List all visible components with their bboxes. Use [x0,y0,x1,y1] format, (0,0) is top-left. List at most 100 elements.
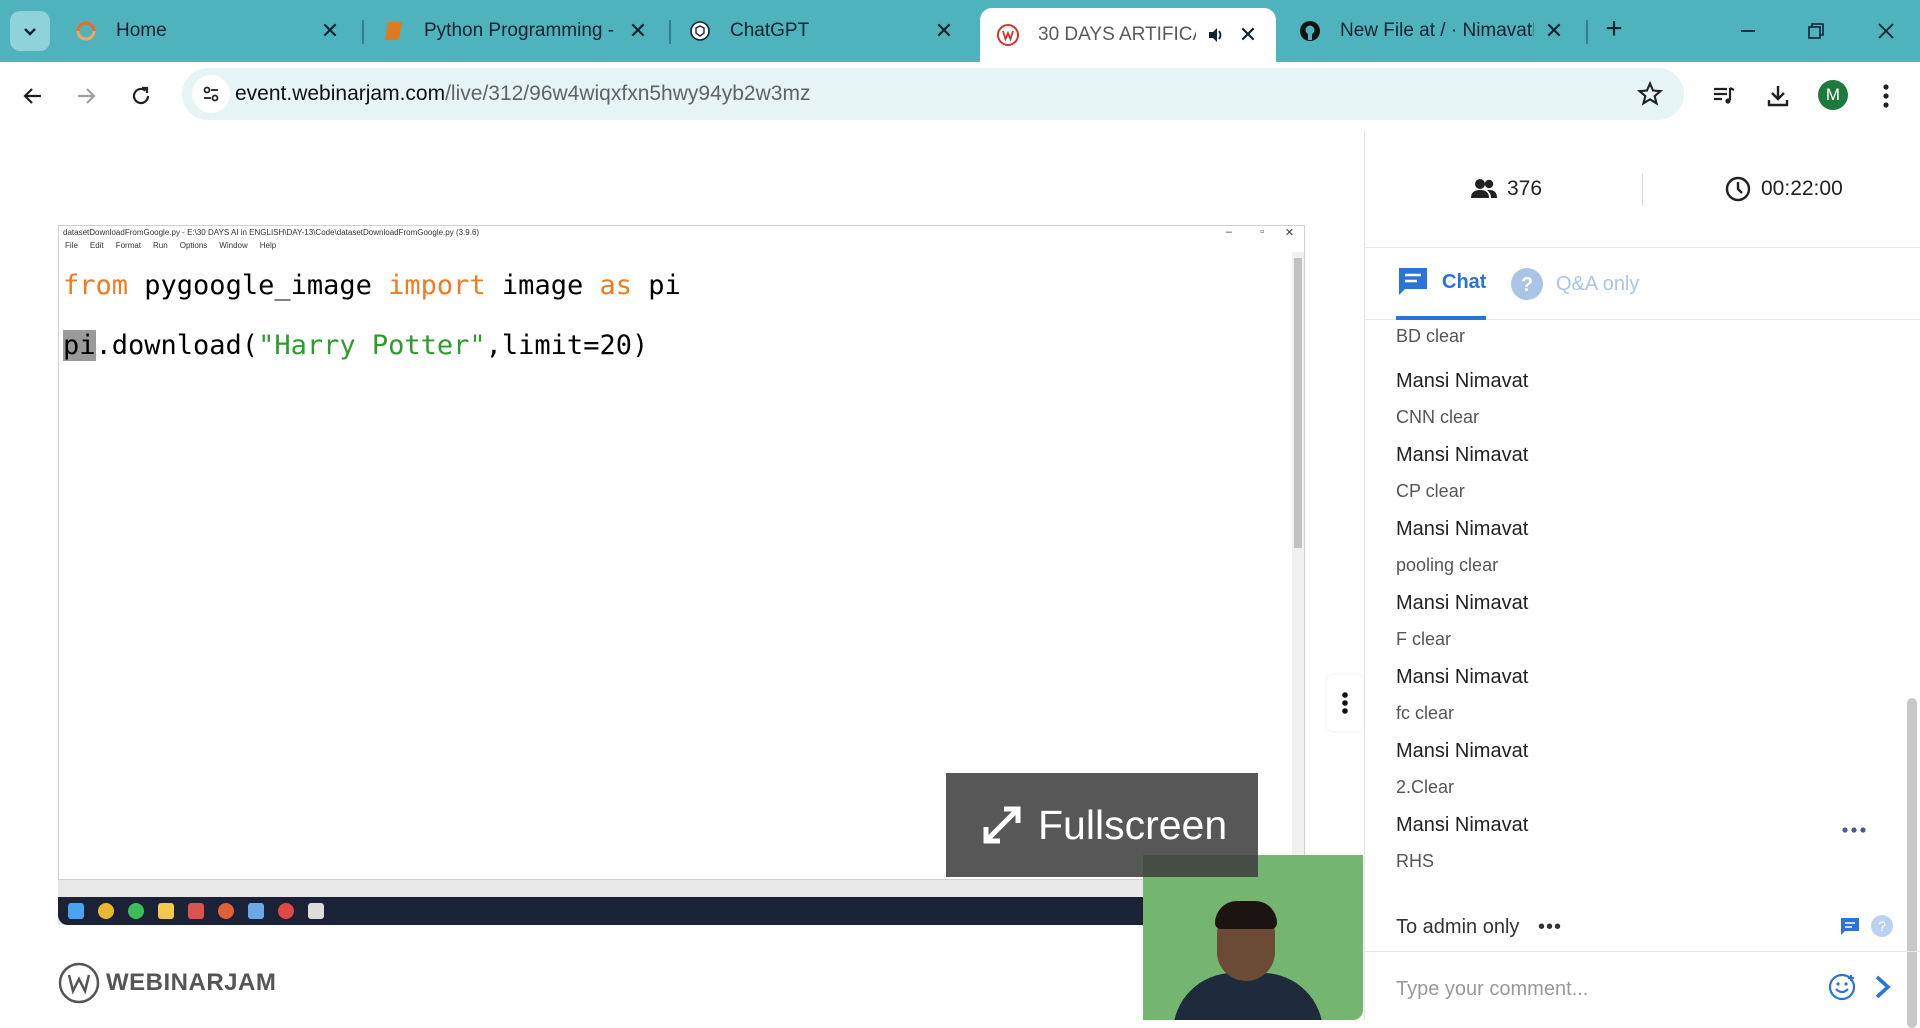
close-icon[interactable]: ✕ [932,18,956,43]
player-options-button[interactable] [1327,675,1363,731]
close-window-button[interactable] [1866,14,1906,48]
address-bar[interactable]: event.webinarjam.com/live/312/96w4wiqxfx… [182,68,1684,120]
tab-separator [1586,20,1588,44]
chat-scrollbar[interactable] [1905,320,1919,1028]
tab-webinar-active[interactable]: 30 DAYS ARTIFICAL IN ✕ [980,8,1276,62]
reload-button[interactable] [123,78,159,114]
forward-button[interactable] [68,78,104,114]
reload-icon [132,86,150,105]
chat-bubble-icon [1399,268,1427,295]
speaker-icon[interactable] [1204,23,1228,47]
session-timer: 00:22:00 [1723,174,1843,204]
app-icon [188,903,204,919]
close-icon[interactable]: ✕ [1542,18,1566,43]
editor-menu: File Edit Format Run Options Window Help [65,241,288,250]
brand-name: WEBINARJAM [106,969,277,996]
code-selection: pi [63,330,96,361]
editor-minimize-icon: – [1225,226,1232,238]
editor-menu-item: Options [179,241,208,250]
chat-author: Mansi Nimavat [1396,518,1529,540]
minimize-button[interactable] [1728,14,1768,48]
tab-title: 30 DAYS ARTIFICAL IN [1038,24,1196,45]
tab-python-programming[interactable]: Python Programming - La ✕ [366,8,666,54]
code-keyword: as [599,270,632,301]
downloads-button[interactable] [1760,78,1796,114]
new-tab-button[interactable]: + [1597,14,1631,48]
code-text: .download( [95,330,259,361]
orange-ring-icon [74,19,98,43]
send-arrow-icon[interactable] [1869,972,1897,1002]
attendee-count: 376 [1469,174,1542,204]
more-vertical-icon [1883,84,1889,108]
download-icon [1767,86,1789,107]
close-icon[interactable]: ✕ [318,18,342,43]
chat-author: Mansi Nimavat [1396,444,1529,466]
folder-icon [158,903,174,919]
comment-input[interactable]: Type your comment... [1396,978,1588,1001]
tab-home[interactable]: Home ✕ [58,8,358,54]
bookmark-star-icon[interactable] [1636,80,1664,108]
chat-message: Mansi Nimavat 2.Clear [1396,740,1528,798]
qa-mode-icon[interactable]: ? [1871,915,1893,937]
minimize-icon [1741,30,1755,32]
app-icon [278,903,294,919]
message-more-icon[interactable] [1839,820,1869,840]
code-string: "Harry Potter" [258,330,486,361]
browser-menu-button[interactable] [1868,78,1904,114]
expand-arrows-icon [983,806,1021,844]
url-text[interactable]: event.webinarjam.com/live/312/96w4wiqxfx… [235,82,810,106]
url-path: /live/312/96w4wiqxfxn5hwy94yb2w3mz [445,82,811,105]
editor-menu-item: Format [115,241,142,250]
chat-message-text: F clear [1396,629,1452,649]
close-icon[interactable]: ✕ [1236,22,1260,47]
code-text: pi [631,270,681,301]
app-icon [248,903,264,919]
code-block: from pygoogle_image import image as pi p… [63,256,681,376]
media-controls-button[interactable] [1706,78,1742,114]
site-settings-icon[interactable] [192,75,230,113]
chat-panel: 376 00:22:00 Chat ? Q&A only BD clear Ma… [1364,130,1920,1028]
arrow-left-icon [23,88,41,104]
tab-qa-only[interactable]: ? Q&A only [1510,248,1639,320]
tab-chat[interactable]: Chat [1396,248,1487,320]
tab-chatgpt[interactable]: ChatGPT ✕ [672,8,972,54]
editor-menu-item: Run [153,241,168,250]
chevron-down-icon [24,28,36,36]
tab-github[interactable]: New File at / · NimavatM ✕ [1282,8,1582,54]
arrow-right-icon [78,88,96,104]
chat-message-partial: BD clear [1396,326,1465,347]
back-button[interactable] [15,78,51,114]
recipient-selector[interactable]: To admin only ••• ? [1365,900,1920,952]
editor-menu-item: Window [219,241,248,250]
tab-title: Python Programming - La [424,20,618,41]
webinarjam-logo-icon [58,962,100,1004]
code-keyword: from [63,270,129,301]
tab-title: ChatGPT [730,20,810,41]
presenter-hair [1215,901,1277,929]
editor-menu-item: File [65,241,78,250]
emoji-icon[interactable] [1827,972,1857,1002]
url-host: event.webinarjam.com [235,82,446,105]
profile-avatar[interactable]: M [1818,80,1848,110]
close-icon[interactable]: ✕ [626,18,650,43]
panel-tabs: Chat ? Q&A only [1365,248,1920,320]
more-vertical-icon [1342,692,1348,714]
queue-music-icon [1714,87,1735,104]
chat-message-text: CNN clear [1396,407,1480,427]
restore-button[interactable] [1796,14,1836,48]
code-text: image [485,270,600,301]
recipient-more[interactable]: ••• [1538,916,1562,939]
chat-mode-icon[interactable] [1839,916,1861,938]
chat-scroll-thumb[interactable] [1907,698,1917,1028]
chat-message-text: CP clear [1396,481,1465,501]
editor-scrollbar [1292,252,1304,880]
idle-icon [308,903,324,919]
fullscreen-label: Fullscreen [1038,801,1228,848]
chat-author: Mansi Nimavat [1396,814,1529,836]
fullscreen-button[interactable]: Fullscreen [946,773,1258,877]
chat-message-text: fc clear [1396,703,1455,723]
tab-search-button[interactable] [10,11,50,51]
tab-strip: Home ✕ Python Programming - La ✕ ChatGPT… [0,0,1920,62]
shared-taskbar [58,897,1305,925]
chat-message: Mansi Nimavat F clear [1396,592,1528,650]
